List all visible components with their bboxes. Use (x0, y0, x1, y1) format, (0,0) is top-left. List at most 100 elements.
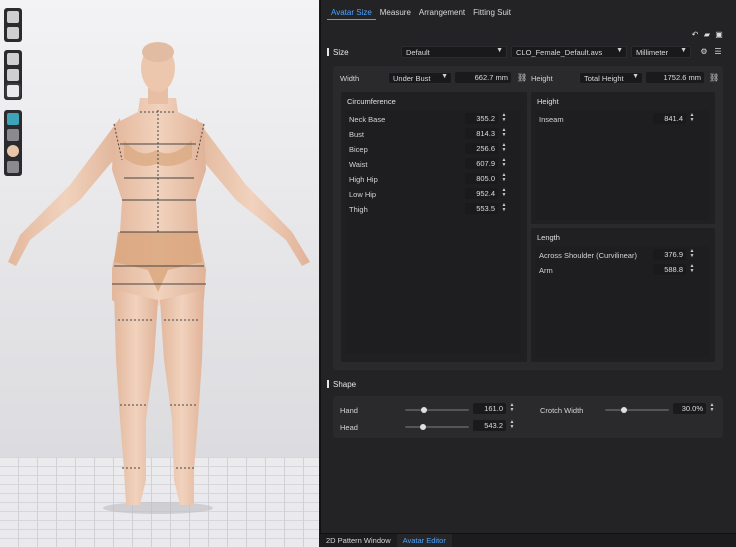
viewport-toolbar-top (4, 8, 22, 42)
head-label: Head (340, 423, 358, 432)
unit-value: Millimeter (636, 48, 669, 57)
circ-value[interactable]: 814.3 (465, 128, 498, 139)
stepper-icon[interactable]: ▲ ▼ (509, 420, 515, 431)
texture-icon[interactable] (7, 27, 19, 39)
list-icon[interactable]: ☰ (714, 48, 722, 56)
length-list: Across Shoulder (Curvilinear) 376.9 ▲ ▼ A… (535, 246, 709, 358)
shape-box: Hand 161.0 ▲ ▼ Head 543.2 ▲ ▼ Crotch Width… (333, 396, 723, 438)
shape-section-title: Shape (326, 380, 357, 389)
open-folder-icon[interactable]: ▰ (703, 31, 711, 39)
3d-viewport[interactable] (0, 0, 319, 547)
height-box-title: Height (537, 97, 559, 106)
circ-value[interactable]: 607.9 (465, 158, 498, 169)
link-icon[interactable]: ⛓ (517, 74, 527, 82)
avatar-figure[interactable] (0, 40, 319, 520)
arm-label: Arm (539, 266, 553, 275)
tab-avatar-editor[interactable]: Avatar Editor (396, 534, 452, 547)
head-slider-knob[interactable] (419, 424, 426, 430)
brush-icon[interactable] (7, 129, 19, 141)
save-icon[interactable]: ▣ (715, 31, 723, 39)
chevron-down-icon: ▼ (680, 47, 687, 54)
circ-label: Bust (349, 130, 365, 139)
undo-icon[interactable]: ↶ (691, 31, 699, 39)
circ-label: Low Hip (349, 190, 377, 199)
avs-file-value: CLO_Female_Default.avs (516, 48, 603, 57)
length-box: Length Across Shoulder (Curvilinear) 376… (531, 228, 715, 362)
display-mode-icon[interactable] (7, 11, 19, 23)
width-mode-dropdown[interactable]: Under Bust ▼ (388, 72, 452, 84)
fabric-icon[interactable] (7, 113, 19, 125)
skin-icon[interactable] (7, 145, 19, 157)
height-field[interactable]: 1752.6 mm (646, 72, 704, 83)
crotch-width-slider-knob[interactable] (621, 407, 628, 413)
crotch-width-slider[interactable] (605, 407, 669, 413)
crotch-width-value[interactable]: 30.0% (673, 403, 706, 414)
circumference-box: Circumference Neck Base 355.2 ▲ ▼ Bust 81… (341, 92, 527, 362)
circ-value[interactable]: 256.6 (465, 143, 498, 154)
inseam-value[interactable]: 841.4 (653, 113, 686, 124)
circ-value[interactable]: 553.5 (465, 203, 498, 214)
stepper-icon[interactable]: ▲ ▼ (689, 264, 695, 275)
garment-icon[interactable] (7, 53, 19, 65)
tab-2d-pattern-window[interactable]: 2D Pattern Window (320, 534, 397, 547)
preset-dropdown[interactable]: Default ▼ (401, 46, 507, 58)
tab-avatar-size[interactable]: Avatar Size (327, 6, 376, 20)
tab-arrangement[interactable]: Arrangement (415, 6, 469, 20)
across-shoulder-label: Across Shoulder (Curvilinear) (539, 251, 637, 260)
stepper-icon[interactable]: ▲ ▼ (501, 158, 507, 169)
stepper-icon[interactable]: ▲ ▼ (501, 188, 507, 199)
circ-value[interactable]: 355.2 (465, 113, 498, 124)
stepper-icon[interactable]: ▲ ▼ (501, 173, 507, 184)
bottom-tabs: 2D Pattern Window Avatar Editor (320, 533, 736, 547)
pins-icon[interactable] (7, 69, 19, 81)
across-shoulder-value[interactable]: 376.9 (653, 249, 686, 260)
avs-file-dropdown[interactable]: CLO_Female_Default.avs ▼ (511, 46, 627, 58)
arm-value[interactable]: 588.8 (653, 264, 686, 275)
width-field[interactable]: 662.7 mm (455, 72, 511, 83)
hand-slider[interactable] (405, 407, 469, 413)
circ-label: High Hip (349, 175, 378, 184)
avatar-editor-panel: Avatar Size Measure Arrangement Fitting … (320, 0, 736, 547)
circ-label: Neck Base (349, 115, 386, 124)
avatar-icon[interactable] (7, 85, 19, 97)
width-mode-value: Under Bust (393, 74, 431, 83)
viewport-toolbar-tools (4, 110, 22, 176)
height-mode-value: Total Height (584, 74, 624, 83)
circ-value[interactable]: 805.0 (465, 173, 498, 184)
stepper-icon[interactable]: ▲ ▼ (501, 143, 507, 154)
tab-fitting-suit[interactable]: Fitting Suit (469, 6, 515, 20)
stepper-icon[interactable]: ▲ ▼ (501, 128, 507, 139)
hand-slider-knob[interactable] (421, 407, 428, 413)
tab-measure[interactable]: Measure (376, 6, 415, 20)
stepper-icon[interactable]: ▲ ▼ (501, 113, 507, 124)
size-section-title: Size (327, 48, 349, 57)
stepper-icon[interactable]: ▲ ▼ (501, 203, 507, 214)
circumference-list: Neck Base 355.2 ▲ ▼ Bust 814.3 ▲ ▼ Bicep 2… (345, 110, 521, 354)
stepper-icon[interactable]: ▲ ▼ (689, 249, 695, 260)
stepper-icon[interactable]: ▲ ▼ (709, 403, 715, 414)
height-label: Height (531, 74, 553, 83)
height-box: Height Inseam 841.4 ▲ ▼ (531, 92, 715, 224)
width-label: Width (340, 74, 360, 83)
unit-dropdown[interactable]: Millimeter ▼ (631, 46, 691, 58)
circ-label: Bicep (349, 145, 368, 154)
circ-value[interactable]: 952.4 (465, 188, 498, 199)
circ-label: Thigh (349, 205, 368, 214)
gear-icon[interactable]: ⚙ (700, 48, 708, 56)
circ-label: Waist (349, 160, 368, 169)
head-slider[interactable] (405, 424, 469, 430)
stepper-icon[interactable]: ▲ ▼ (509, 403, 515, 414)
height-mode-dropdown[interactable]: Total Height ▼ (579, 72, 643, 84)
hand-label: Hand (340, 406, 358, 415)
crotch-width-label: Crotch Width (540, 406, 584, 415)
size-box: Width Under Bust ▼ 662.7 mm ⛓ Height Tota… (333, 66, 723, 370)
chevron-down-icon: ▼ (441, 73, 448, 80)
chevron-down-icon: ▼ (496, 47, 503, 54)
link-icon[interactable]: ⛓ (709, 74, 719, 82)
hand-value[interactable]: 161.0 (473, 403, 506, 414)
stepper-icon[interactable]: ▲ ▼ (689, 113, 695, 124)
head-value[interactable]: 543.2 (473, 420, 506, 431)
inseam-label: Inseam (539, 115, 564, 124)
globe-icon[interactable] (7, 161, 19, 173)
preset-value: Default (406, 48, 430, 57)
